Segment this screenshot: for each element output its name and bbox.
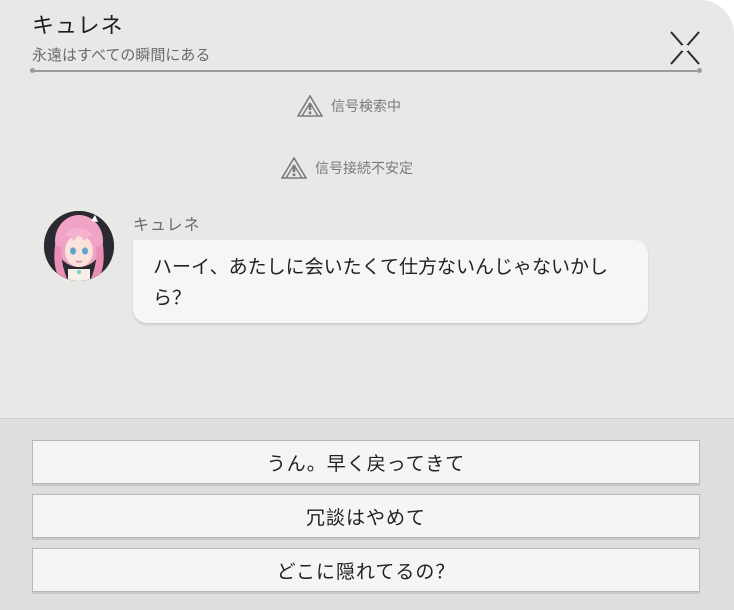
system-message-text: 信号検索中 (331, 99, 401, 115)
character-avatar (44, 211, 114, 281)
system-message-text: 信号接続不安定 (315, 161, 413, 177)
system-message-searching: 信号検索中 (297, 94, 401, 118)
system-message-unstable: 信号接続不安定 (281, 156, 413, 180)
reply-option-button[interactable]: 冗談はやめて (32, 494, 700, 538)
message-text: ハーイ、あたしに会いたくて仕方ないんじゃないかしら？ (153, 256, 609, 309)
signal-warning-icon (281, 157, 307, 179)
contact-name: キュレネ (32, 14, 124, 39)
message-bubble: ハーイ、あたしに会いたくて仕方ないんじゃないかしら？ (133, 240, 648, 323)
avatar[interactable] (44, 211, 114, 281)
close-icon (670, 31, 700, 65)
reply-option-button[interactable]: どこに隠れてるの？ (32, 548, 700, 592)
reply-option-button[interactable]: うん。早く戻ってきて (32, 440, 700, 484)
header-divider (30, 68, 702, 73)
contact-signature: 永遠はすべての瞬間にある (32, 46, 211, 64)
message-sender: キュレネ (133, 215, 201, 234)
chat-panel: キュレネ 永遠はすべての瞬間にある 信号検索中 信号接続不安定 キュレネ ハーイ… (0, 0, 734, 610)
close-button[interactable] (663, 28, 707, 68)
signal-warning-icon (297, 95, 323, 117)
